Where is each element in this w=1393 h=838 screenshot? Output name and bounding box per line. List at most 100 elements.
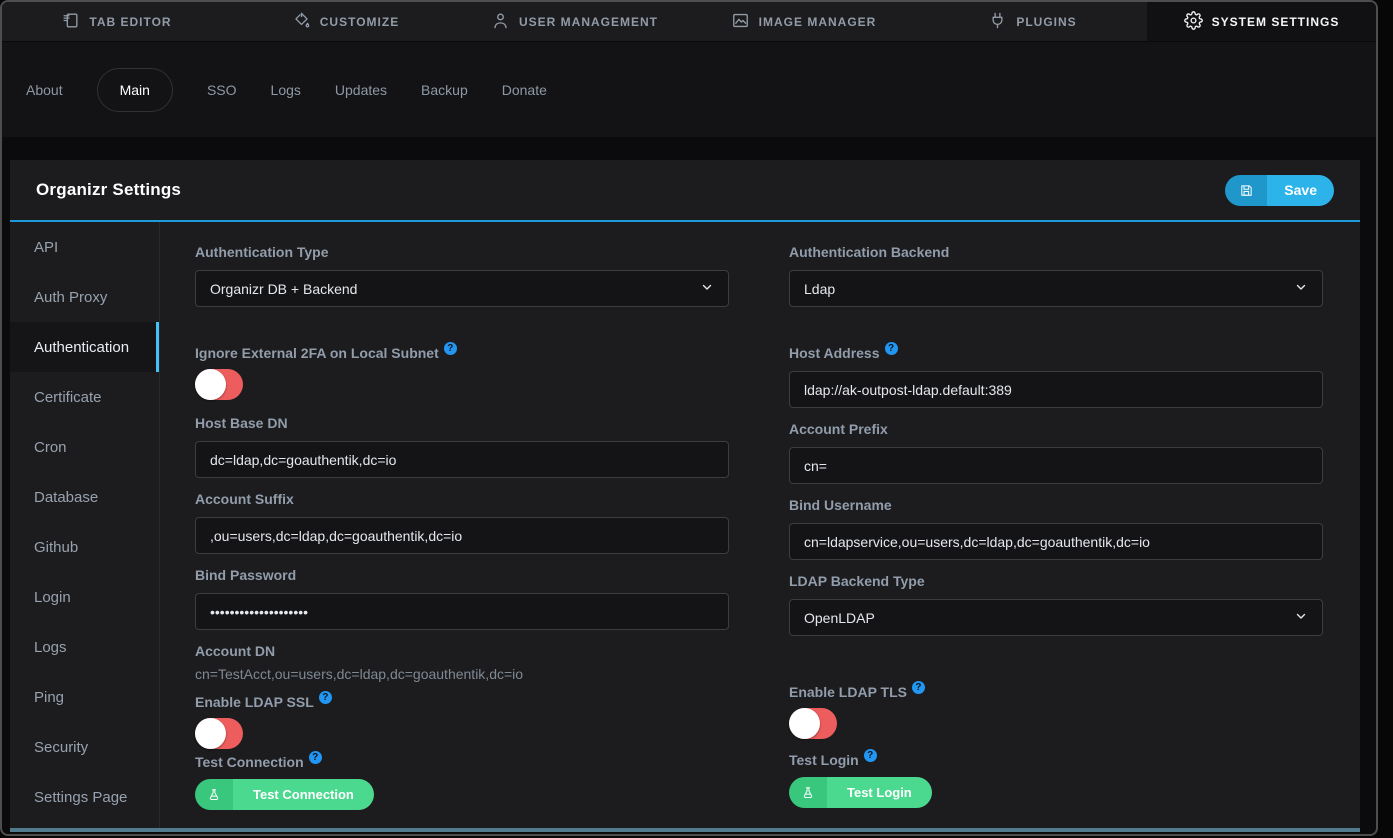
top-navigation: TAB EDITOR CUSTOMIZE USER MANAGEMENT IMA…: [2, 2, 1376, 42]
field-label: Test Login: [789, 752, 859, 769]
subnav-donate[interactable]: Donate: [502, 82, 547, 98]
host-address-input[interactable]: [789, 371, 1323, 408]
field-host-address: Host Address ?: [789, 345, 1323, 408]
help-icon[interactable]: ?: [885, 342, 898, 355]
toggle-knob: [195, 718, 226, 749]
nav-label: USER MANAGEMENT: [519, 15, 658, 29]
flask-icon: [195, 779, 233, 810]
field-label: Account DN: [195, 643, 729, 660]
field-ignore-2fa: Ignore External 2FA on Local Subnet ?: [195, 345, 729, 400]
account-suffix-input[interactable]: [195, 517, 729, 554]
nav-label: PLUGINS: [1016, 15, 1076, 29]
image-icon: [731, 11, 750, 33]
sidebar-item-cron[interactable]: Cron: [10, 422, 159, 472]
authentication-form: Authentication Type Organizr DB + Backen…: [160, 222, 1360, 828]
gear-icon: [1184, 11, 1203, 33]
settings-sidebar: API Auth Proxy Authentication Certificat…: [10, 222, 160, 828]
host-base-dn-input[interactable]: [195, 441, 729, 478]
sidebar-item-authentication[interactable]: Authentication: [10, 322, 159, 372]
account-prefix-input[interactable]: [789, 447, 1323, 484]
field-label: Authentication Type: [195, 244, 729, 261]
ignore-2fa-toggle[interactable]: [195, 369, 243, 400]
test-login-button[interactable]: Test Login: [789, 777, 932, 808]
sidebar-item-login[interactable]: Login: [10, 572, 159, 622]
sidebar-item-security[interactable]: Security: [10, 722, 159, 772]
field-account-suffix: Account Suffix: [195, 491, 729, 554]
field-test-connection: Test Connection ? Test Connection: [195, 754, 729, 810]
nav-image-manager[interactable]: IMAGE MANAGER: [689, 2, 918, 41]
field-label: Enable LDAP SSL: [195, 694, 314, 711]
field-bind-username: Bind Username: [789, 497, 1323, 560]
settings-sub-navigation: About Main SSO Logs Updates Backup Donat…: [2, 42, 1376, 137]
enable-ldap-ssl-toggle[interactable]: [195, 718, 243, 749]
sidebar-item-logs[interactable]: Logs: [10, 622, 159, 672]
selected-value: Organizr DB + Backend: [210, 281, 357, 297]
field-enable-ldap-ssl: Enable LDAP SSL ?: [195, 694, 729, 749]
toggle-knob: [195, 369, 226, 400]
chevron-down-icon: [700, 280, 714, 297]
field-host-base-dn: Host Base DN: [195, 415, 729, 478]
sidebar-item-github[interactable]: Github: [10, 522, 159, 572]
field-label: LDAP Backend Type: [789, 573, 1323, 590]
subnav-logs[interactable]: Logs: [271, 82, 301, 98]
subnav-updates[interactable]: Updates: [335, 82, 387, 98]
field-ldap-backend-type: LDAP Backend Type OpenLDAP: [789, 573, 1323, 636]
sidebar-item-settings-page[interactable]: Settings Page: [10, 772, 159, 822]
subnav-main[interactable]: Main: [97, 68, 173, 112]
test-login-button-label: Test Login: [827, 777, 932, 808]
subnav-sso[interactable]: SSO: [207, 82, 237, 98]
help-icon[interactable]: ?: [309, 751, 322, 764]
bind-username-input[interactable]: [789, 523, 1323, 560]
nav-user-management[interactable]: USER MANAGEMENT: [460, 2, 689, 41]
field-account-dn: Account DN cn=TestAcct,ou=users,dc=ldap,…: [195, 643, 729, 683]
bind-password-input[interactable]: [195, 593, 729, 630]
sidebar-item-auth-proxy[interactable]: Auth Proxy: [10, 272, 159, 322]
field-label: Host Address: [789, 345, 880, 362]
organizr-settings-panel: Organizr Settings Save API Auth Proxy Au…: [10, 160, 1360, 832]
field-label: Host Base DN: [195, 415, 729, 432]
user-icon: [491, 11, 510, 33]
ldap-backend-type-select[interactable]: OpenLDAP: [789, 599, 1323, 636]
tab-editor-icon: [61, 11, 80, 33]
field-authentication-backend: Authentication Backend Ldap: [789, 244, 1323, 307]
field-label: Account Suffix: [195, 491, 729, 508]
selected-value: Ldap: [804, 281, 835, 297]
nav-tab-editor[interactable]: TAB EDITOR: [2, 2, 231, 41]
field-label: Test Connection: [195, 754, 304, 771]
help-icon[interactable]: ?: [444, 342, 457, 355]
nav-label: IMAGE MANAGER: [759, 15, 877, 29]
selected-value: OpenLDAP: [804, 610, 875, 626]
field-label: Bind Password: [195, 567, 729, 584]
nav-label: SYSTEM SETTINGS: [1212, 15, 1340, 29]
help-icon[interactable]: ?: [319, 691, 332, 704]
chevron-down-icon: [1294, 609, 1308, 626]
subnav-backup[interactable]: Backup: [421, 82, 468, 98]
sidebar-item-database[interactable]: Database: [10, 472, 159, 522]
authentication-type-select[interactable]: Organizr DB + Backend: [195, 270, 729, 307]
sidebar-item-ping[interactable]: Ping: [10, 672, 159, 722]
help-icon[interactable]: ?: [864, 749, 877, 762]
field-label: Enable LDAP TLS: [789, 684, 907, 701]
subnav-about[interactable]: About: [26, 82, 63, 98]
sidebar-item-certificate[interactable]: Certificate: [10, 372, 159, 422]
nav-system-settings[interactable]: SYSTEM SETTINGS: [1147, 2, 1376, 41]
panel-body: API Auth Proxy Authentication Certificat…: [10, 222, 1360, 828]
floppy-disk-icon: [1225, 175, 1267, 206]
nav-customize[interactable]: CUSTOMIZE: [231, 2, 460, 41]
panel-header: Organizr Settings Save: [10, 160, 1360, 222]
field-authentication-type: Authentication Type Organizr DB + Backen…: [195, 244, 729, 307]
field-label: Bind Username: [789, 497, 1323, 514]
save-button[interactable]: Save: [1225, 175, 1334, 206]
account-dn-value: cn=TestAcct,ou=users,dc=ldap,dc=goauthen…: [195, 665, 729, 683]
field-enable-ldap-tls: Enable LDAP TLS ?: [789, 684, 1323, 739]
toggle-knob: [789, 708, 820, 739]
field-label: Ignore External 2FA on Local Subnet: [195, 345, 439, 362]
test-connection-button[interactable]: Test Connection: [195, 779, 374, 810]
help-icon[interactable]: ?: [912, 681, 925, 694]
field-account-prefix: Account Prefix: [789, 421, 1323, 484]
plug-icon: [988, 11, 1007, 33]
authentication-backend-select[interactable]: Ldap: [789, 270, 1323, 307]
enable-ldap-tls-toggle[interactable]: [789, 708, 837, 739]
sidebar-item-api[interactable]: API: [10, 222, 159, 272]
nav-plugins[interactable]: PLUGINS: [918, 2, 1147, 41]
